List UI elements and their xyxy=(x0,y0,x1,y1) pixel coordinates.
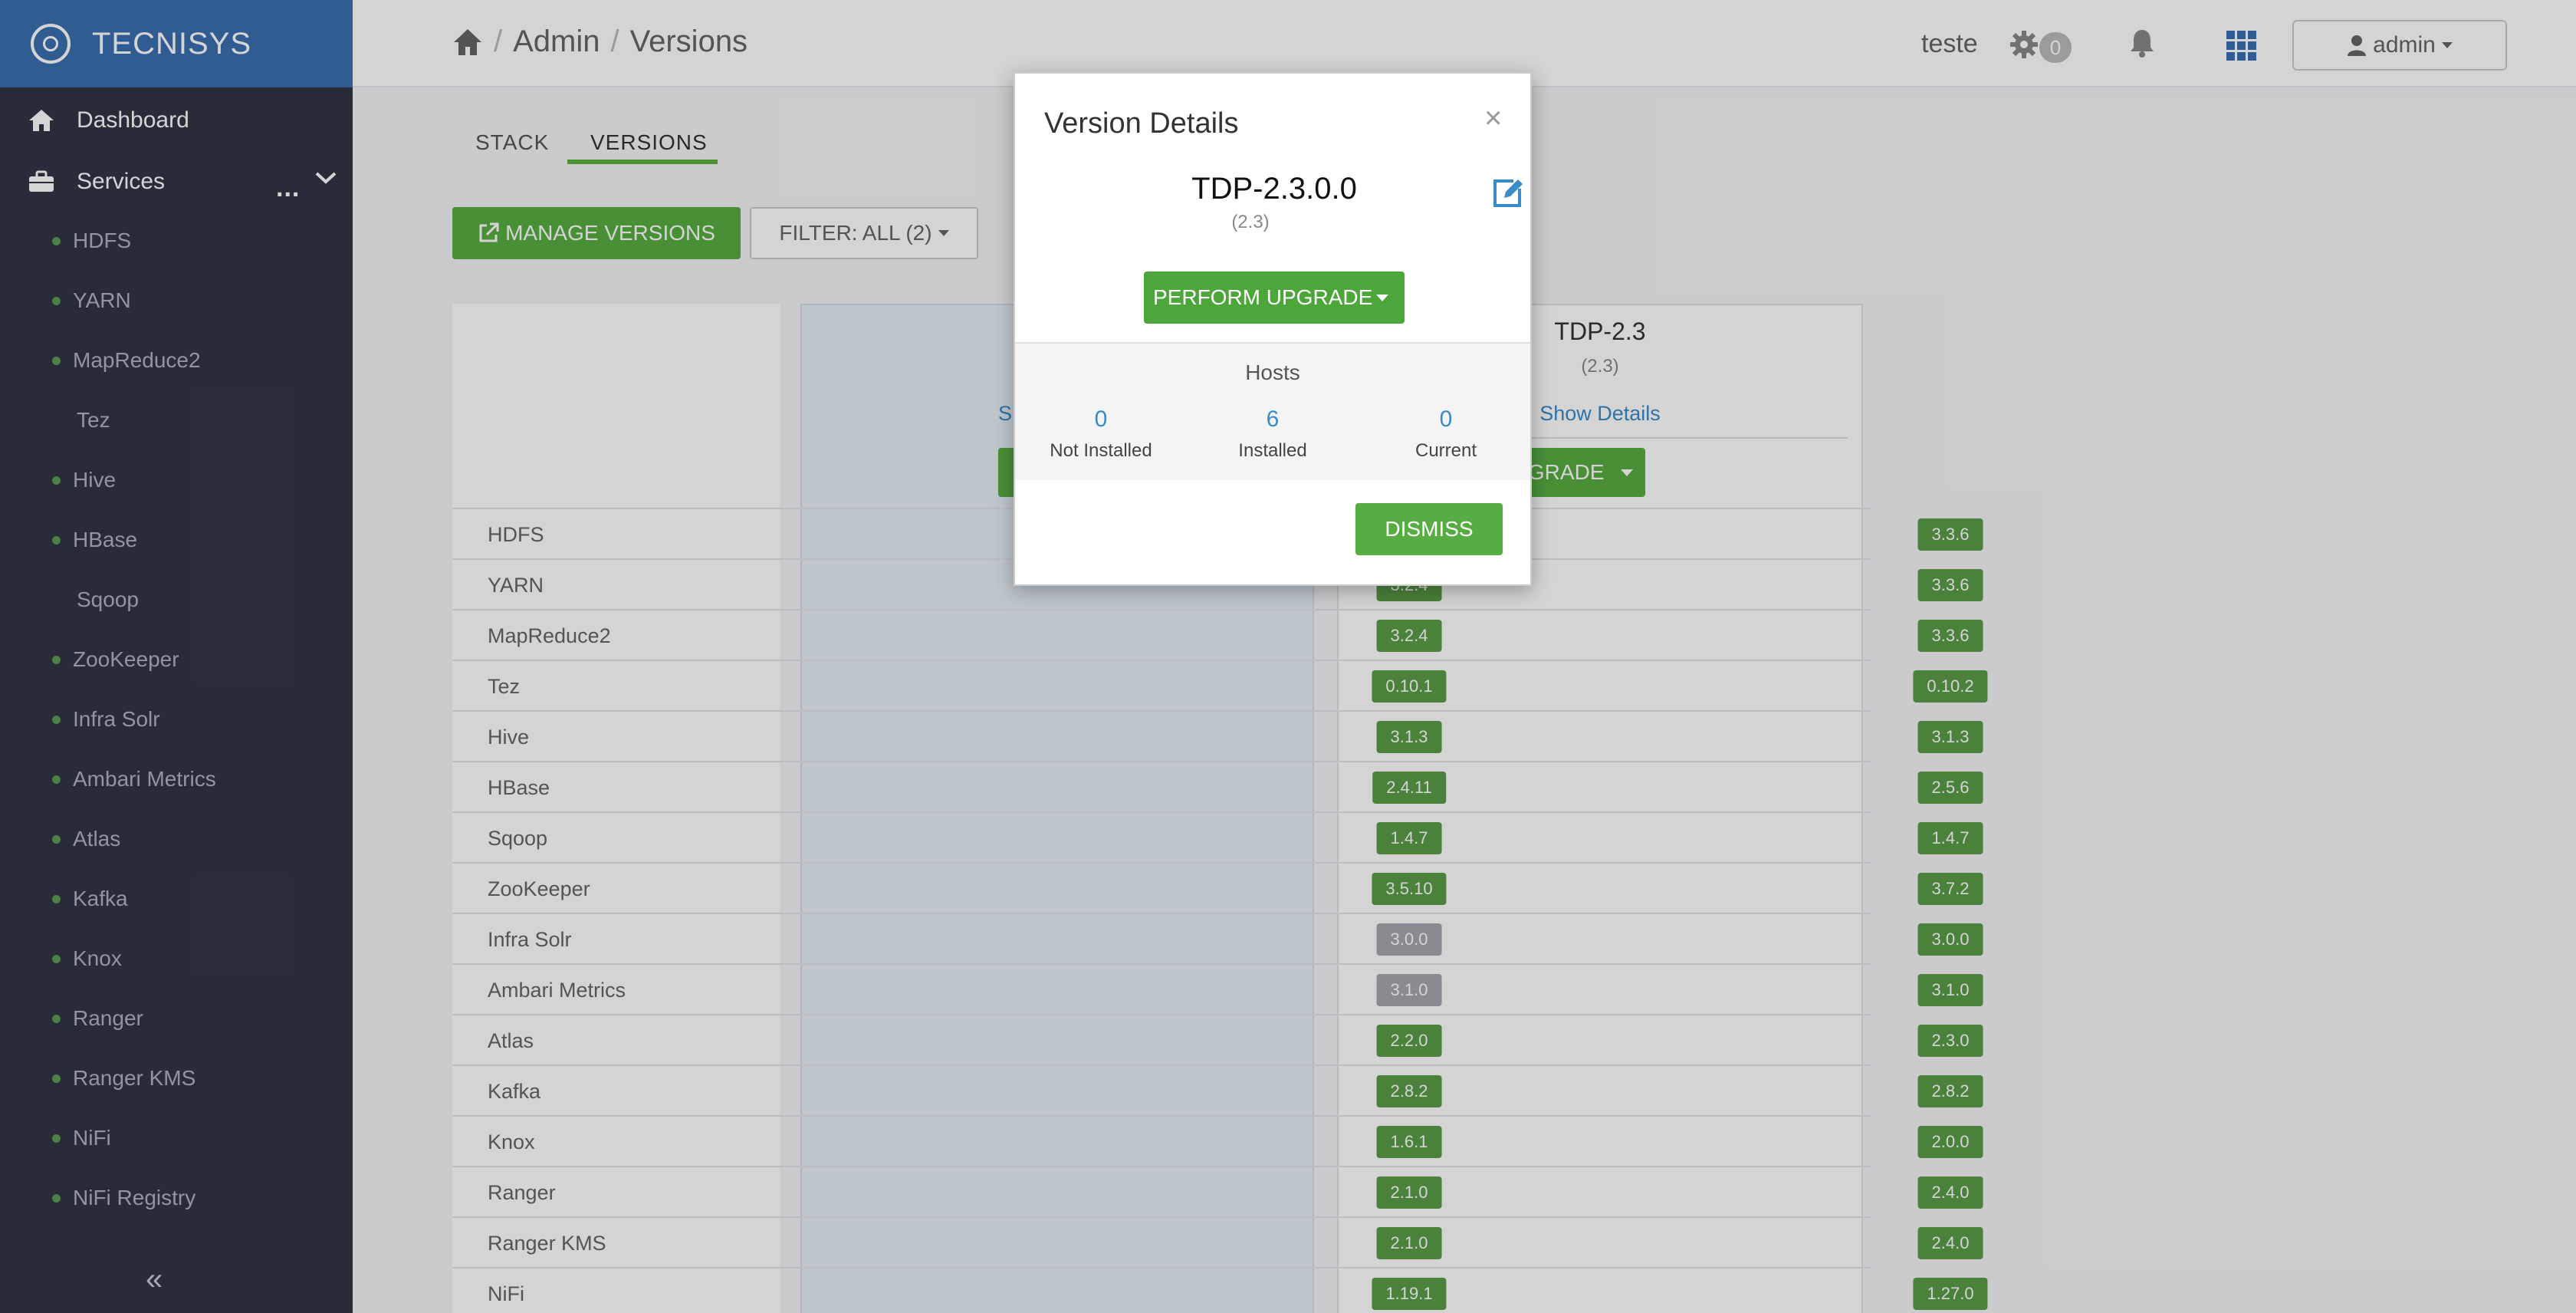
perform-upgrade-label: PERFORM UPGRADE xyxy=(1153,285,1373,309)
close-icon[interactable]: × xyxy=(1484,101,1502,136)
hosts-count-label: Installed xyxy=(1238,440,1307,461)
hosts-installed: 6 Installed xyxy=(1188,406,1357,462)
modal-title: Version Details xyxy=(1044,107,1239,140)
hosts-count-link[interactable]: 0 xyxy=(1362,406,1530,433)
edit-icon[interactable] xyxy=(1490,176,1524,210)
hosts-count-link[interactable]: 0 xyxy=(1017,406,1185,433)
hosts-title: Hosts xyxy=(1245,360,1300,384)
dismiss-button[interactable]: DISMISS xyxy=(1355,503,1503,555)
upgrade-options-toggle[interactable] xyxy=(1360,271,1405,324)
modal-version-subtitle: (2.3) xyxy=(1231,212,1270,232)
hosts-not-installed: 0 Not Installed xyxy=(1017,406,1185,462)
perform-upgrade-button[interactable]: PERFORM UPGRADE xyxy=(1144,271,1405,324)
hosts-current: 0 Current xyxy=(1362,406,1530,462)
hosts-count-label: Not Installed xyxy=(1050,440,1152,461)
hosts-summary: Hosts 0 Not Installed 6 Installed 0 Curr… xyxy=(1015,342,1530,480)
modal-version-name: TDP-2.3.0.0 xyxy=(1191,172,1357,206)
version-details-modal: Version Details × TDP-2.3.0.0 (2.3) PERF… xyxy=(1014,72,1532,586)
hosts-count-link[interactable]: 6 xyxy=(1188,406,1357,433)
dismiss-label: DISMISS xyxy=(1385,517,1474,541)
hosts-count-label: Current xyxy=(1414,440,1477,461)
caret-down-icon xyxy=(1376,294,1388,301)
